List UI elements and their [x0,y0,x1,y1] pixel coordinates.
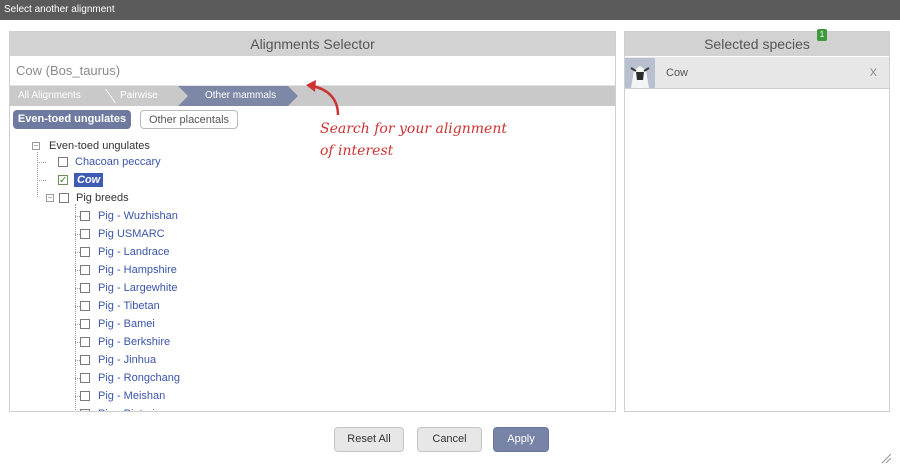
cow-thumbnail [625,58,655,88]
annotation-line: Search for your alignment [320,121,507,137]
tree-item-label[interactable]: Pig - Meishan [98,388,165,404]
panel-title: Selected species [704,36,810,52]
breadcrumb-other-mammals[interactable]: Other mammals [178,86,288,106]
resize-handle-icon[interactable] [880,452,892,464]
collapse-icon[interactable]: − [32,142,40,150]
selected-species-row[interactable]: Cow X [625,57,889,89]
tree-item-label[interactable]: Pig - Pietrain [98,406,161,411]
reset-all-button[interactable]: Reset All [334,427,404,452]
tab-even-toed-ungulates[interactable]: Even-toed ungulates [13,110,131,129]
checkbox[interactable] [80,265,90,275]
checkbox[interactable] [80,391,90,401]
checkbox[interactable] [80,319,90,329]
tree-branch [37,162,46,163]
checkbox[interactable] [80,211,90,221]
tree-item-label[interactable]: Pig - Rongchang [98,370,180,386]
tree-item-label[interactable]: Chacoan peccary [75,154,161,170]
checkbox[interactable] [80,229,90,239]
checkbox[interactable] [80,373,90,383]
tree-item-label[interactable]: Pig - Wuzhishan [98,208,178,224]
selected-species-name: Cow [666,67,689,79]
tree-root-label: Even-toed ungulates [49,140,150,152]
annotation-line: of interest [320,143,394,159]
checkbox[interactable] [80,247,90,257]
checkbox[interactable] [80,409,90,411]
checkbox[interactable] [80,301,90,311]
checkbox[interactable] [80,337,90,347]
checkbox[interactable] [59,193,69,203]
tree-item-label[interactable]: Pig breeds [76,190,129,206]
tree-line [37,152,38,197]
cancel-button[interactable]: Cancel [417,427,482,452]
tree-item-label[interactable]: Pig - Berkshire [98,334,170,350]
tree-item-label[interactable]: Pig - Largewhite [98,280,178,296]
tree-line [75,204,76,411]
tree-branch [37,180,46,181]
window-title: Select another alignment [0,0,900,20]
checkbox[interactable] [80,283,90,293]
collapse-icon[interactable]: − [46,194,54,202]
checkbox[interactable] [58,157,68,167]
checkbox-checked[interactable] [58,173,68,189]
apply-button[interactable]: Apply [493,427,549,452]
selected-species-panel: Selected species 1 Cow X [624,29,890,412]
tree-item-label[interactable]: Pig - Landrace [98,244,170,260]
panel-title-row: Selected species 1 [625,29,889,56]
breadcrumb-pairwise[interactable]: Pairwise [120,86,158,106]
remove-species-button[interactable]: X [870,57,877,89]
alignments-selector-panel: Alignments Selector Cow (Bos_taurus) All… [9,31,616,412]
panel-title: Alignments Selector [10,32,615,56]
annotation-text: Search for your alignment of interest [320,118,507,162]
count-badge: 1 [817,29,827,41]
breadcrumb-separator [97,89,116,103]
tree-item-label[interactable]: Pig - Tibetan [98,298,160,314]
tree-item-label[interactable]: Cow [74,173,104,187]
cow-icon [625,58,655,88]
breadcrumb-notch [178,86,188,106]
tree-item-label[interactable]: Pig - Bamei [98,316,155,332]
breadcrumb-all-alignments[interactable]: All Alignments [18,86,81,106]
tree-item-label[interactable]: Pig - Hampshire [98,262,177,278]
breadcrumb-active-arrow [288,86,298,106]
tree-item-label[interactable]: Pig - Jinhua [98,352,156,368]
tab-other-placentals[interactable]: Other placentals [140,110,238,129]
tree-item-label[interactable]: Pig USMARC [98,226,165,242]
annotation-arrow-icon [306,80,340,116]
checkbox[interactable] [80,355,90,365]
